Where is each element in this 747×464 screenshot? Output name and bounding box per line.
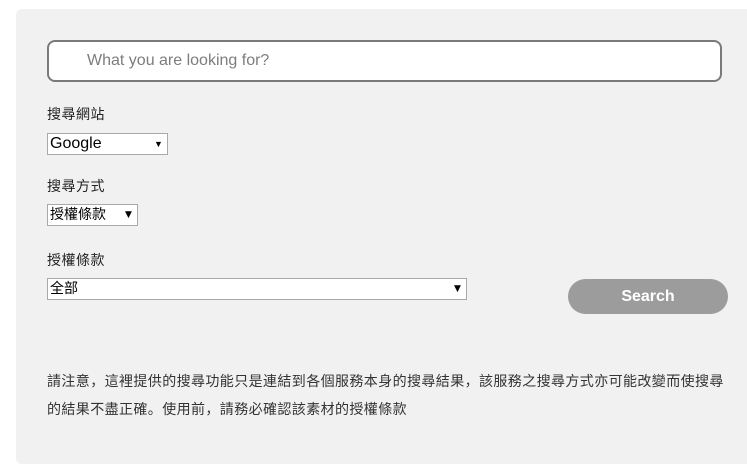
site-label: 搜尋網站: [47, 107, 105, 123]
site-select-value: Google: [50, 135, 102, 152]
search-input[interactable]: [87, 42, 687, 80]
chevron-down-icon: ▼: [154, 139, 163, 149]
search-button[interactable]: Search: [568, 279, 728, 314]
chevron-down-icon: ▼: [125, 210, 132, 220]
chevron-down-icon: ▼: [454, 284, 461, 294]
search-box[interactable]: [47, 40, 722, 82]
license-select-value: 全部: [50, 281, 78, 297]
site-select[interactable]: Google ▼: [47, 133, 168, 155]
license-label: 授權條款: [47, 253, 105, 269]
method-label: 搜尋方式: [47, 179, 105, 195]
license-select[interactable]: 全部 ▼: [47, 278, 467, 300]
notice-text: 請注意，這裡提供的搜尋功能只是連結到各個服務本身的搜尋結果，該服務之搜尋方式亦可…: [47, 374, 724, 418]
method-select-value: 授權條款: [50, 207, 106, 223]
method-select[interactable]: 授權條款 ▼: [47, 204, 138, 226]
